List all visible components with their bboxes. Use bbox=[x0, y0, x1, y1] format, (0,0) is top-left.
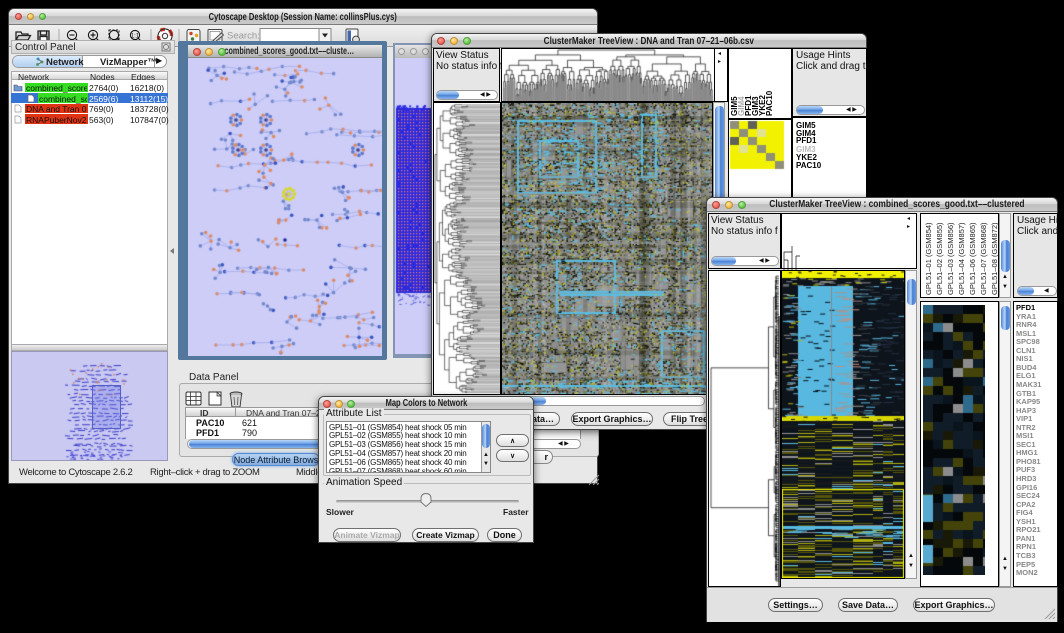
svg-text:Search:: Search: bbox=[227, 31, 260, 42]
svg-text:1:1: 1:1 bbox=[131, 34, 140, 40]
